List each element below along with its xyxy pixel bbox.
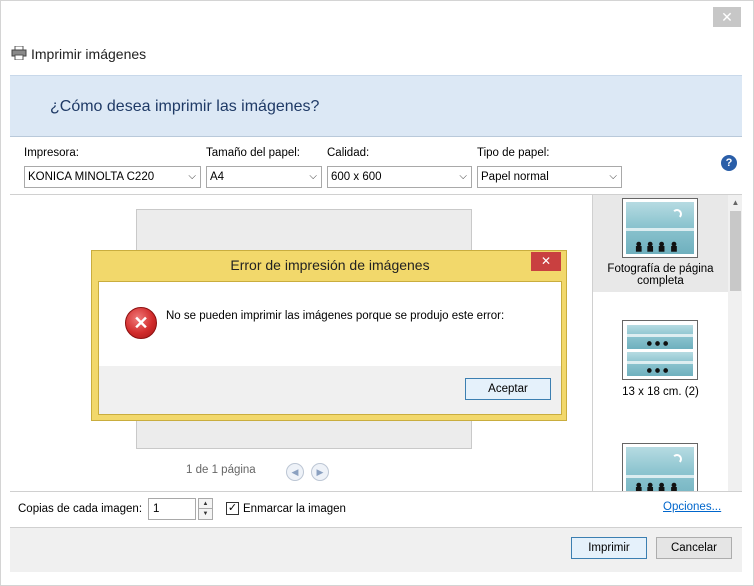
fit-picture-checkbox[interactable]: ✓ <box>226 502 239 515</box>
dialog-footer: Imprimir Cancelar <box>10 527 742 572</box>
stepper-up-icon[interactable]: ▲ <box>199 499 212 509</box>
copies-label: Copias de cada imagen: <box>18 503 143 515</box>
options-link[interactable]: Opciones... <box>663 501 721 513</box>
window-close-button[interactable]: ✕ <box>713 7 741 27</box>
error-dialog-body: ✕ No se pueden imprimir las imágenes por… <box>98 281 562 415</box>
paper-type-label: Tipo de papel: <box>477 147 550 159</box>
print-pictures-window: ✕ Imprimir imágenes ¿Cómo desea imprimir… <box>0 0 754 586</box>
banner-question: ¿Cómo desea imprimir las imágenes? <box>50 98 320 115</box>
error-dialog-title: Error de impresión de imágenes <box>230 257 430 273</box>
copies-stepper[interactable]: ▲ ▼ <box>198 498 213 520</box>
accept-button[interactable]: Aceptar <box>465 378 551 400</box>
header-banner: ¿Cómo desea imprimir las imágenes? <box>10 75 742 137</box>
chevron-down-icon: ⌵ <box>609 171 617 182</box>
photo-thumbnail <box>627 325 693 349</box>
layout-scrollbar[interactable]: ▲ <box>728 195 742 491</box>
previous-page-button[interactable]: ◀ <box>286 463 304 481</box>
help-icon[interactable]: ? <box>721 155 737 171</box>
fit-picture-label[interactable]: Enmarcar la imagen <box>243 503 346 515</box>
photo-thumbnail <box>626 447 694 491</box>
scroll-up-icon[interactable]: ▲ <box>728 195 742 210</box>
paper-size-select[interactable]: A4 ⌵ <box>206 166 322 188</box>
photo-thumbnail <box>627 352 693 376</box>
paper-type-select[interactable]: Papel normal ⌵ <box>477 166 622 188</box>
stepper-down-icon[interactable]: ▼ <box>199 509 212 519</box>
quality-label: Calidad: <box>327 147 370 159</box>
paper-size-label: Tamaño del papel: <box>206 147 300 159</box>
error-dialog-footer: Aceptar <box>99 366 561 414</box>
printer-icon <box>11 46 27 60</box>
chevron-down-icon: ⌵ <box>459 171 467 182</box>
layout-thumbnail <box>622 198 698 258</box>
error-close-button[interactable]: ✕ <box>531 252 561 271</box>
photo-thumbnail <box>626 202 694 254</box>
printer-label: Impresora: <box>24 147 79 159</box>
chevron-down-icon: ⌵ <box>188 171 196 182</box>
paper-size-select-value: A4 <box>210 171 225 183</box>
page-count-text: 1 de 1 página <box>186 464 256 476</box>
error-icon: ✕ <box>125 307 157 339</box>
error-dialog: Error de impresión de imágenes ✕ ✕ No se… <box>91 250 567 421</box>
copies-bar: Copias de cada imagen: 1 ▲ ▼ ✓ Enmarcar … <box>10 491 742 527</box>
layout-thumbnail <box>622 443 698 491</box>
printer-select-value: KONICA MINOLTA C220 <box>28 171 155 183</box>
next-page-button[interactable]: ▶ <box>311 463 329 481</box>
window-title: Imprimir imágenes <box>31 46 147 62</box>
print-button[interactable]: Imprimir <box>571 537 647 559</box>
printer-select[interactable]: KONICA MINOLTA C220 ⌵ <box>24 166 201 188</box>
print-options-row: Impresora: KONICA MINOLTA C220 ⌵ Tamaño … <box>10 138 742 194</box>
paper-type-select-value: Papel normal <box>481 171 549 183</box>
layout-item-13x18[interactable]: 13 x 18 cm. (2) <box>593 319 728 409</box>
scrollbar-thumb[interactable] <box>730 211 741 291</box>
quality-select[interactable]: 600 x 600 ⌵ <box>327 166 472 188</box>
copies-input[interactable]: 1 <box>148 498 196 520</box>
arrow-right-icon: ▶ <box>316 467 324 477</box>
layout-list: Fotografía de página completa 13 x 18 cm… <box>592 194 742 491</box>
error-message: No se pueden imprimir las imágenes porqu… <box>166 310 505 322</box>
layout-label: 13 x 18 cm. (2) <box>622 386 699 398</box>
layout-thumbnail <box>622 320 698 380</box>
layout-label: Fotografía de página completa <box>607 263 714 287</box>
layout-item-full-page[interactable]: Fotografía de página completa <box>593 195 728 292</box>
layout-item-third[interactable] <box>593 442 728 491</box>
cancel-button[interactable]: Cancelar <box>656 537 732 559</box>
arrow-left-icon: ◀ <box>291 467 299 477</box>
quality-select-value: 600 x 600 <box>331 171 382 183</box>
chevron-down-icon: ⌵ <box>309 171 317 182</box>
